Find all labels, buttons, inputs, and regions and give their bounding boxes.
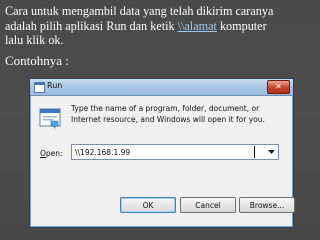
- slide-instructions: Cara untuk mengambil data yang telah dik…: [5, 4, 317, 48]
- instruction-line-1: Cara untuk mengambil data yang telah dik…: [5, 4, 274, 18]
- instruction-line-2: adalah pilih aplikasi Run dan ketik \\al…: [5, 19, 317, 34]
- open-combobox[interactable]: [71, 144, 279, 160]
- address-link[interactable]: \\alamat: [178, 19, 217, 33]
- close-button[interactable]: ✕: [267, 80, 290, 94]
- instruction-line-3: lalu klik ok.: [5, 33, 64, 47]
- example-label: Contohnya :: [5, 53, 69, 68]
- dialog-titlebar[interactable]: Run ✕: [30, 79, 293, 96]
- dialog-description: Type the name of a program, folder, docu…: [71, 104, 265, 124]
- browse-button[interactable]: Browse...: [239, 197, 295, 213]
- open-label: Open:: [40, 149, 63, 158]
- instruction-line-2-end: komputer: [216, 18, 267, 33]
- dialog-button-bar: OK Cancel Browse...: [31, 180, 295, 226]
- dialog-title: Run: [47, 81, 63, 90]
- ok-button[interactable]: OK: [120, 197, 176, 213]
- close-icon: ✕: [275, 82, 282, 91]
- instruction-line-2-start: adalah pilih aplikasi Run dan ketik: [5, 18, 178, 33]
- open-input[interactable]: [75, 146, 255, 158]
- run-dialog: Run ✕ Type the name of a program, folder…: [29, 78, 295, 228]
- open-label-text: pen:: [45, 149, 63, 158]
- chevron-down-icon[interactable]: [265, 146, 277, 158]
- run-window-icon: [39, 108, 61, 129]
- cancel-button[interactable]: Cancel: [180, 197, 236, 213]
- run-app-icon: [34, 82, 45, 93]
